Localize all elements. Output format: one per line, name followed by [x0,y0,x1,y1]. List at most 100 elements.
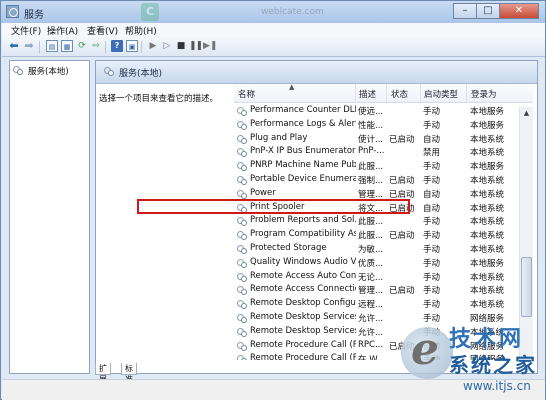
service-name: Remote Access Connectio... [250,284,356,295]
service-name: Remote Desktop Services... [250,325,356,336]
background-window-ghost: C weblcate.com [141,3,401,21]
service-startup-type: 手动 [423,258,441,269]
service-status: 已启动 [389,189,415,200]
tab-standard[interactable]: 标准 [121,363,137,384]
column-divider[interactable] [466,84,467,102]
service-row[interactable]: Portable Device Enumerat...强制... 已启动手动 本地系… [234,173,519,187]
service-startup-type: 手动 [423,120,441,131]
service-row[interactable]: PNRP Machine Name Pub... 此服... 手动 本地服务 [234,159,519,173]
column-status[interactable]: 状态 [391,88,408,100]
service-description: 允许... [358,327,384,338]
help-icon[interactable]: ? [111,40,123,52]
service-description: 强制... [358,176,384,186]
service-startup-type: 禁用 [423,148,441,159]
title-bar[interactable]: 服务 C weblcate.com – □ ✕ [1,1,545,23]
show-hide-tree-icon[interactable]: ▤ [46,40,58,52]
service-log-on-as: 本地系统 [470,189,505,200]
scroll-up-arrow-icon[interactable]: ▲ [520,107,533,120]
start-service-alt-icon[interactable]: ▷ [161,40,173,52]
column-divider[interactable] [420,84,421,102]
tree-node-services-local[interactable]: 服务(本地) [28,65,69,77]
toolbar-separator [141,41,142,53]
menu-view[interactable]: 查看(V) [87,24,118,37]
service-gear-icon [237,285,247,296]
service-name: Problem Reports and Sol... [250,215,356,226]
service-startup-type: 手动 [423,231,441,242]
service-log-on-as: 本地系统 [470,148,505,159]
menu-file[interactable]: 文件(F) [11,24,41,37]
minimize-button[interactable]: – [453,3,477,19]
service-row[interactable]: Program Compatibility As... 此服... 已启动 手动 本地系… [234,228,519,242]
maximize-button[interactable]: □ [476,3,500,19]
column-description[interactable]: 描述 [359,88,376,100]
service-log-on-as: 本地服务 [470,258,505,269]
toolbar-separator [105,41,106,53]
service-log-on-as: 本地系统 [470,231,505,242]
service-row[interactable]: Quality Windows Audio Vi... 优质... 手动 本地服务 [234,256,519,270]
pane-header: 服务(本地) [96,61,537,84]
refresh-icon[interactable]: ⟳ [76,40,88,52]
service-row[interactable]: Problem Reports and Sol... 此服... 手动 本地系统 [234,214,519,228]
service-description: 为敏... [358,245,384,255]
service-log-on-as: 本地系统 [470,286,505,297]
service-gear-icon [237,354,247,360]
service-row[interactable]: Performance Counter DLL... 使远... 手动 本地服务 [234,104,519,118]
service-row[interactable]: Plug and Play 使计... 已启动 自动 本地系统 [234,132,519,146]
service-startup-type: 手动 [423,272,441,283]
service-gear-icon [237,313,247,323]
scroll-thumb[interactable] [521,257,532,317]
sort-ascending-icon: ▲ [289,84,295,91]
forward-arrow-icon[interactable]: ➡ [23,40,35,52]
service-row[interactable]: Remote Access Connectio...管理... 已启动手动 本地系统 [234,283,519,297]
pause-service-icon[interactable]: ❚❚ [189,40,203,52]
service-log-on-as: 本地系统 [470,300,505,311]
service-row[interactable]: Remote Access Auto Con... 无论... 手动 本地系统 [234,270,519,284]
restart-service-icon[interactable]: ▶❚ [203,40,217,52]
service-row[interactable]: Protected Storage 为敏... 手动 本地系统 [234,242,519,256]
service-gear-icon [237,120,247,130]
service-gear-icon [237,244,247,254]
service-row[interactable]: Remote Desktop Configu... 远程... 手动 本地系统 [234,297,519,311]
export-list-icon[interactable]: ⇨ [90,40,102,52]
service-name: PnP-X IP Bus Enumerator [250,146,356,157]
service-status: 已启动 [389,134,415,145]
menu-help[interactable]: 帮助(H) [125,24,157,37]
close-button[interactable]: ✕ [499,3,539,19]
service-startup-type: 手动 [423,217,441,228]
back-arrow-icon[interactable]: ⬅ [8,40,20,52]
service-gear-icon [237,147,247,158]
service-description: 管理... [358,189,384,200]
service-description: 管理... [358,286,384,297]
service-log-on-as: 本地服务 [470,120,505,131]
service-gear-icon [237,216,247,227]
column-name[interactable]: 名称 [238,88,255,100]
service-startup-type: 手动 [423,162,441,173]
service-description: 允许... [358,314,384,324]
column-startup-type[interactable]: 启动类型 [424,88,458,100]
service-description: 此服... [358,231,384,242]
service-gear-icon [237,258,247,268]
tab-extended[interactable]: 扩展 [95,363,111,384]
print-spooler-highlight [137,199,410,214]
service-startup-type: 手动 [423,107,441,117]
service-gear-icon [237,134,247,144]
service-log-on-as: 本地系统 [470,203,505,214]
properties-icon[interactable]: ▣ [126,40,138,52]
stop-service-icon[interactable]: ■ [175,40,187,52]
start-service-icon[interactable]: ▶ [147,40,159,52]
service-gear-icon [237,161,247,172]
column-divider[interactable] [386,84,387,102]
service-log-on-as: 本地系统 [470,245,505,255]
service-startup-type: 自动 [423,134,441,145]
column-divider[interactable] [355,84,356,102]
service-row[interactable]: PnP-X IP Bus Enumerator PnP-... 禁用 本地系统 [234,145,519,159]
pane-title: 服务(本地) [119,69,163,79]
toolbar: ⬅ ➡ ▤ ▦ ⟳ ⇨ ? ▣ ▶ ▷ ■ ❚❚ ▶❚ [2,38,545,57]
up-level-icon[interactable]: ▦ [61,40,73,52]
column-log-on-as[interactable]: 登录为 [471,88,497,100]
services-app-icon [6,5,19,18]
column-header-row: 名称 ▲ 描述 状态 启动类型 登录为 [234,84,533,103]
service-row[interactable]: Performance Logs & Alerts 性能... 手动 本地服务 [234,118,519,132]
menu-action[interactable]: 操作(A) [47,24,78,37]
service-name: Remote Procedure Call (R... [250,353,356,360]
